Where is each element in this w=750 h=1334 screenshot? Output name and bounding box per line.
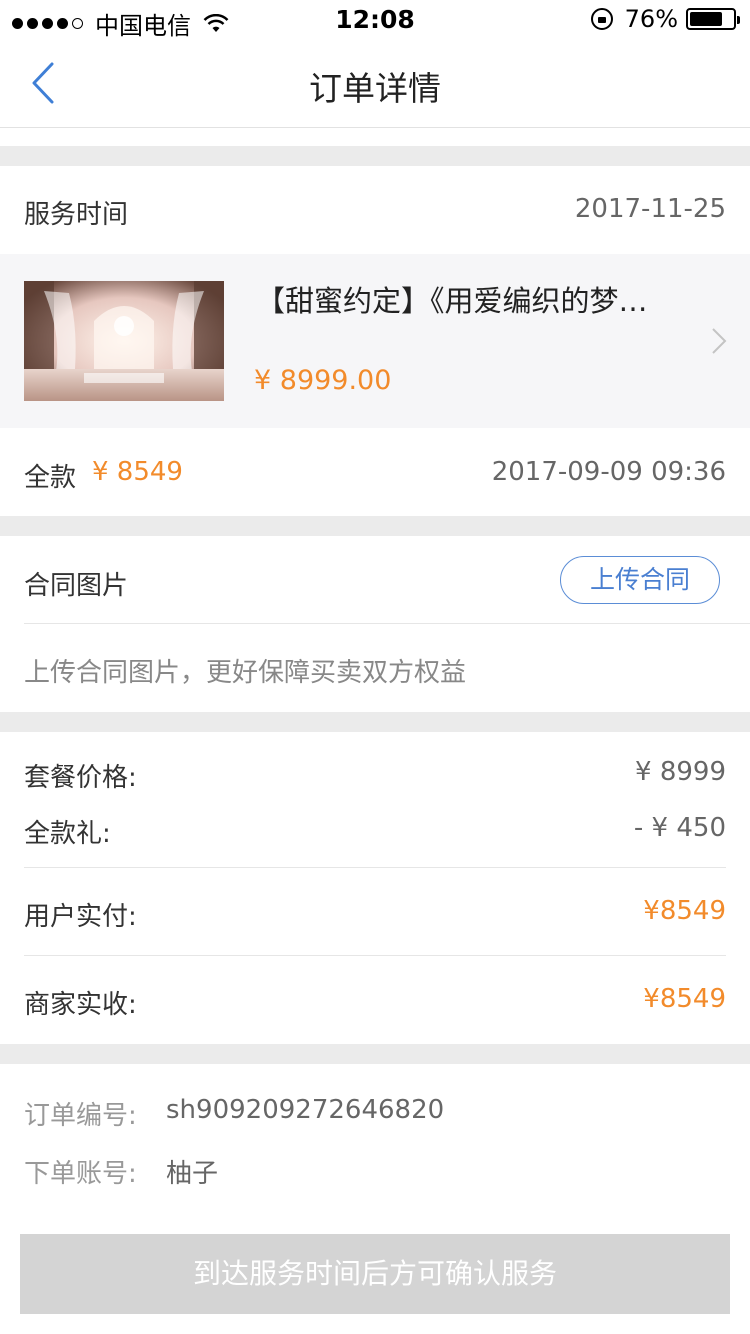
product-image [24,281,224,401]
account-name: 柚子 [166,1159,219,1189]
package-price-label: 套餐价格: [24,763,137,793]
divider [24,955,726,956]
service-date: 2017-11-25 [574,194,726,224]
navigation-bar: 订单详情 [0,40,750,128]
product-title: 【甜蜜约定】《用爱编织的梦… [256,284,648,318]
contract-hint: 上传合同图片，更好保障买卖双方权益 [24,658,467,688]
merchant-received-label: 商家实收: [24,990,137,1020]
account-label: 下单账号: [24,1159,137,1189]
service-time-label: 服务时间 [24,200,129,230]
product-card[interactable]: 【甜蜜约定】《用爱编织的梦… ¥ 8999.00 [0,254,750,428]
confirm-service-button[interactable]: 到达服务时间后方可确认服务 [20,1234,730,1314]
battery-percent: 76% [624,5,678,33]
status-right: 76% [590,5,740,33]
section-divider [0,712,750,732]
section-divider [0,516,750,536]
chevron-right-icon [712,328,727,354]
payment-datetime: 2017-09-09 09:36 [491,457,726,487]
section-divider [0,1044,750,1064]
divider [24,623,750,624]
rotation-lock-icon [590,8,613,30]
discount-label: 全款礼: [24,819,111,849]
contract-label: 合同图片 [24,571,129,601]
discount-value: - ¥ 450 [633,813,726,843]
payment-amount: ¥ 8549 [92,457,183,487]
order-number: sh909209272646820 [166,1095,445,1125]
section-divider [0,146,750,166]
payment-type-label: 全款 [24,463,77,493]
user-paid-value: ¥8549 [643,896,726,926]
merchant-received-value: ¥8549 [643,984,726,1014]
status-bar: 中国电信 12:08 76% [0,0,750,40]
product-price: ¥ 8999.00 [254,365,392,396]
upload-contract-button[interactable]: 上传合同 [560,556,720,604]
order-number-label: 订单编号: [24,1101,137,1131]
user-paid-label: 用户实付: [24,902,137,932]
battery-icon [686,8,740,30]
package-price-value: ¥ 8999 [635,757,726,787]
divider [24,867,726,868]
page-title: 订单详情 [309,69,441,108]
